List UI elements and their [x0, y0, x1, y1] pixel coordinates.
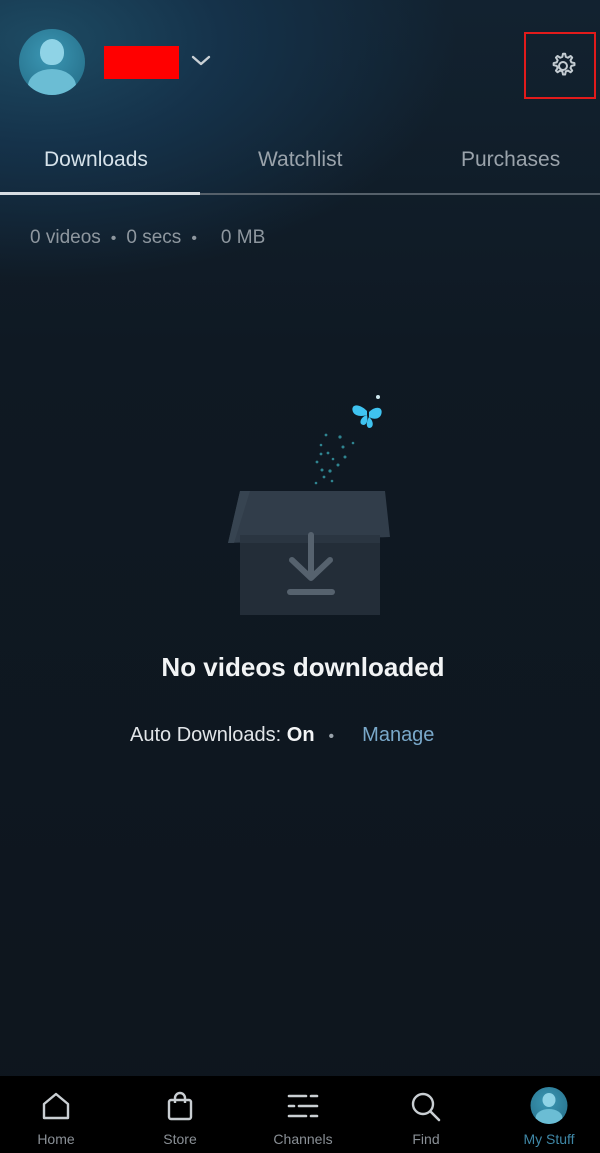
active-tab-indicator [0, 192, 200, 195]
total-size: 0 MB [220, 227, 266, 248]
gear-icon[interactable] [547, 50, 579, 82]
empty-state-title: No videos downloaded [161, 652, 445, 682]
sparkle-star [376, 395, 380, 399]
butterfly-icon [352, 405, 382, 428]
tab-watchlist[interactable]: Watchlist [258, 148, 342, 172]
nav-store-label: Store [163, 1131, 197, 1147]
my-stuff-screen: Downloads Watchlist Purchases 0 videos • 0… [0, 0, 600, 1153]
nav-channels-label: Channels [273, 1131, 333, 1147]
avatar-body-shape [535, 1109, 563, 1124]
downloads-stats: 0 videos • 0 secs • 0 MB [30, 227, 265, 253]
auto-downloads-separator: • [328, 728, 335, 745]
nav-find-label: Find [412, 1131, 440, 1147]
nav-channels[interactable]: Channels [248, 1076, 358, 1153]
search-icon [411, 1092, 441, 1122]
shopping-bag-icon [167, 1091, 193, 1121]
manage-auto-downloads-link[interactable]: Manage [362, 724, 434, 746]
avatar-head-shape [542, 1093, 556, 1107]
auto-downloads-row: Auto Downloads: On • Manage [130, 724, 434, 747]
tab-bar: Downloads Watchlist Purchases [0, 130, 600, 196]
nav-my-stuff-label: My Stuff [523, 1131, 575, 1147]
open-box-download-icon [228, 395, 390, 615]
total-duration: 0 secs [126, 227, 182, 248]
avatar-head-shape [40, 39, 64, 65]
nav-home-label: Home [37, 1131, 75, 1147]
tab-purchases[interactable]: Purchases [461, 148, 560, 172]
channels-icon [287, 1094, 319, 1118]
tab-downloads[interactable]: Downloads [44, 148, 148, 172]
header [0, 0, 600, 120]
profile-name-redacted[interactable] [104, 46, 179, 79]
auto-downloads-label: Auto Downloads: [130, 724, 282, 746]
home-icon [42, 1092, 70, 1120]
nav-my-stuff[interactable]: My Stuff [494, 1076, 600, 1153]
chevron-down-icon[interactable] [190, 52, 212, 70]
nav-store[interactable]: Store [125, 1076, 235, 1153]
nav-find[interactable]: Find [371, 1076, 481, 1153]
avatar-body-shape [28, 69, 76, 95]
user-avatar-icon [530, 1087, 568, 1124]
stats-separator: • [191, 230, 197, 247]
stats-separator: • [110, 230, 117, 247]
videos-count: 0 videos [30, 227, 101, 248]
bottom-navigation: Home Store Channels Find My Stuff [0, 1076, 600, 1153]
nav-home[interactable]: Home [1, 1076, 111, 1153]
profile-avatar[interactable] [19, 29, 85, 95]
sparkle-trail [314, 433, 355, 485]
auto-downloads-status: On [286, 724, 315, 746]
